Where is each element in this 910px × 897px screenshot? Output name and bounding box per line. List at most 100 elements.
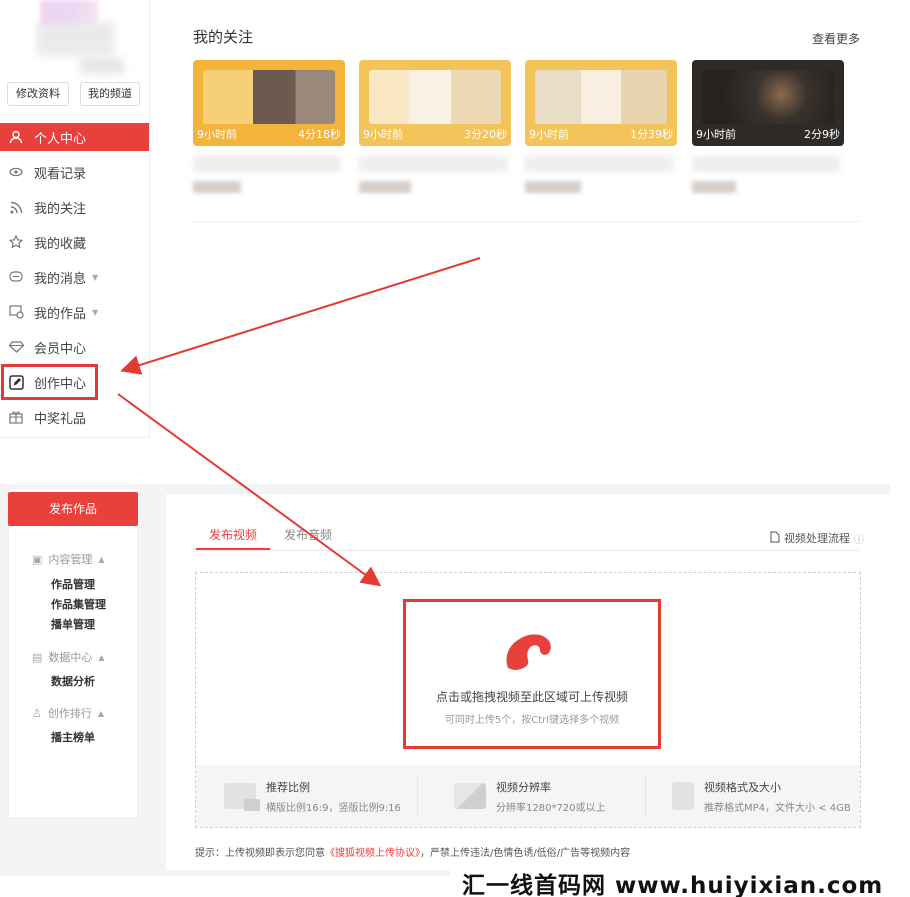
diamond-icon [8, 339, 24, 355]
video-thumbnail [702, 70, 834, 124]
chevron-up-icon: ▲ [98, 554, 105, 564]
uploader-blurred [359, 181, 411, 193]
resolution-icon [454, 783, 486, 809]
sidebar-item-personal-center[interactable]: 个人中心 [0, 123, 149, 151]
nav-group-ranking[interactable]: ♙ 创作排行 ▲ [32, 705, 104, 721]
ratio-icon [224, 783, 260, 811]
tip-prefix: 提示：上传视频即表示您同意 [195, 848, 325, 859]
follow-section-title: 我的关注 [193, 28, 254, 46]
uploader-blurred [525, 181, 581, 193]
sidebar-item-label: 会员中心 [34, 341, 87, 357]
tip-suffix: ，严禁上传违法/色情色诱/低俗/广告等视频内容 [420, 848, 631, 859]
sidebar-item-label: 我的作品 [34, 306, 87, 322]
eye-icon [8, 164, 24, 180]
video-duration: 2分9秒 [804, 128, 840, 141]
video-process-link[interactable]: 视频处理流程 ⓘ [770, 530, 864, 546]
info-recommended-ratio: 推荐比例 横版比例16:9，竖版比例9:16 [224, 765, 401, 827]
nav-item-works-management[interactable]: 作品管理 [51, 576, 95, 592]
video-thumbnail [203, 70, 335, 124]
tab-publish-video[interactable]: 发布视频 [196, 524, 270, 550]
nav-item-collections-management[interactable]: 作品集管理 [51, 596, 106, 612]
chevron-up-icon: ▲ [97, 708, 105, 718]
video-title-blurred [193, 156, 341, 172]
edit-profile-button[interactable]: 修改资料 [7, 82, 69, 106]
nav-item-creator-ranking[interactable]: 播主榜单 [51, 729, 95, 745]
video-card-4[interactable]: 9小时前 2分9秒 [692, 60, 844, 146]
chevron-up-icon: ▲ [98, 652, 105, 662]
video-age: 9小时前 [696, 128, 736, 141]
nav-group-label: 内容管理 [48, 553, 93, 566]
chevron-down-icon: ▼ [92, 272, 99, 282]
message-icon [8, 269, 24, 285]
nav-group-content[interactable]: ▣ 内容管理 ▲ [32, 551, 105, 567]
video-title-blurred [692, 156, 840, 172]
video-thumbnail [369, 70, 501, 124]
video-title-blurred [359, 156, 507, 172]
info-desc: 横版比例16:9，竖版比例9:16 [266, 802, 401, 814]
sidebar-item-watch-history[interactable]: 观看记录 [0, 158, 149, 186]
section-divider [193, 221, 860, 222]
upload-agreement-link[interactable]: 《搜狐视频上传协议》 [325, 848, 420, 859]
video-duration: 3分20秒 [464, 128, 507, 141]
screenshot-stage: 修改资料 我的频道 个人中心 观看记录 我的关注 我的收藏 我的消息 ▼ 我的作… [0, 0, 910, 897]
help-icon: ⓘ [854, 534, 864, 546]
video-title-blurred [525, 156, 673, 172]
site-watermark: 汇一线首码网 www.huiyixian.com [462, 873, 884, 897]
star-icon [8, 234, 24, 250]
nav-group-data[interactable]: ▤ 数据中心 ▲ [32, 649, 105, 665]
tab-publish-audio[interactable]: 发布音频 [284, 524, 332, 550]
video-card-3[interactable]: 9小时前 1分39秒 [525, 60, 677, 146]
video-age: 9小时前 [197, 128, 237, 141]
tab-divider [196, 550, 860, 551]
content-icon: ▣ [32, 552, 43, 566]
uploader-blurred [692, 181, 736, 193]
rank-icon: ♙ [32, 706, 42, 720]
uploader-blurred [193, 181, 241, 193]
user-icon [8, 129, 24, 145]
nav-group-label: 数据中心 [48, 651, 93, 664]
nav-group-label: 创作排行 [47, 707, 92, 720]
video-process-label: 视频处理流程 [784, 532, 850, 545]
video-duration: 1分39秒 [630, 128, 673, 141]
info-divider [645, 775, 646, 817]
file-format-icon [672, 782, 694, 810]
sidebar-item-label: 中奖礼品 [34, 411, 87, 427]
sidebar-item-my-follows[interactable]: 我的关注 [0, 193, 149, 221]
rss-icon [8, 199, 24, 215]
video-card-1[interactable]: 9小时前 4分18秒 [193, 60, 345, 146]
sidebar-item-prizes[interactable]: 中奖礼品 [0, 403, 149, 431]
info-title: 推荐比例 [266, 780, 310, 794]
gift-icon [8, 409, 24, 425]
video-thumbnail [535, 70, 667, 124]
sidebar-item-membership[interactable]: 会员中心 [0, 333, 149, 361]
nav-item-data-analysis[interactable]: 数据分析 [51, 673, 95, 689]
info-desc: 分辨率1280*720或以上 [496, 802, 606, 814]
video-age: 9小时前 [529, 128, 569, 141]
video-card-2[interactable]: 9小时前 3分20秒 [359, 60, 511, 146]
sidebar-item-my-messages[interactable]: 我的消息 ▼ [0, 263, 149, 291]
upload-highlight-box [403, 599, 661, 749]
view-more-link[interactable]: 查看更多 [812, 30, 860, 47]
sidebar-item-label: 我的关注 [34, 201, 87, 217]
nav-item-playlist-management[interactable]: 播单管理 [51, 616, 95, 632]
sidebar-item-label: 我的消息 [34, 271, 87, 287]
username-blurred [36, 22, 114, 56]
chevron-down-icon: ▼ [92, 307, 99, 317]
sidebar-item-my-works[interactable]: 我的作品 ▼ [0, 298, 149, 326]
video-age: 9小时前 [363, 128, 403, 141]
info-desc: 推荐格式MP4，文件大小 < 4GB [704, 802, 851, 814]
video-duration: 4分18秒 [298, 128, 341, 141]
my-channel-button[interactable]: 我的频道 [80, 82, 140, 106]
sidebar-item-label: 我的收藏 [34, 236, 87, 252]
info-divider [417, 775, 418, 817]
works-icon [8, 304, 24, 320]
publish-work-button[interactable]: 发布作品 [8, 492, 138, 526]
info-format-size: 视频格式及大小 推荐格式MP4，文件大小 < 4GB [672, 765, 851, 827]
sidebar-item-my-favorites[interactable]: 我的收藏 [0, 228, 149, 256]
sidebar-item-label: 观看记录 [34, 166, 87, 182]
user-meta-blurred [80, 58, 124, 74]
info-title: 视频分辨率 [496, 780, 551, 794]
data-icon: ▤ [32, 650, 43, 664]
info-title: 视频格式及大小 [704, 780, 781, 794]
document-icon [770, 531, 780, 546]
